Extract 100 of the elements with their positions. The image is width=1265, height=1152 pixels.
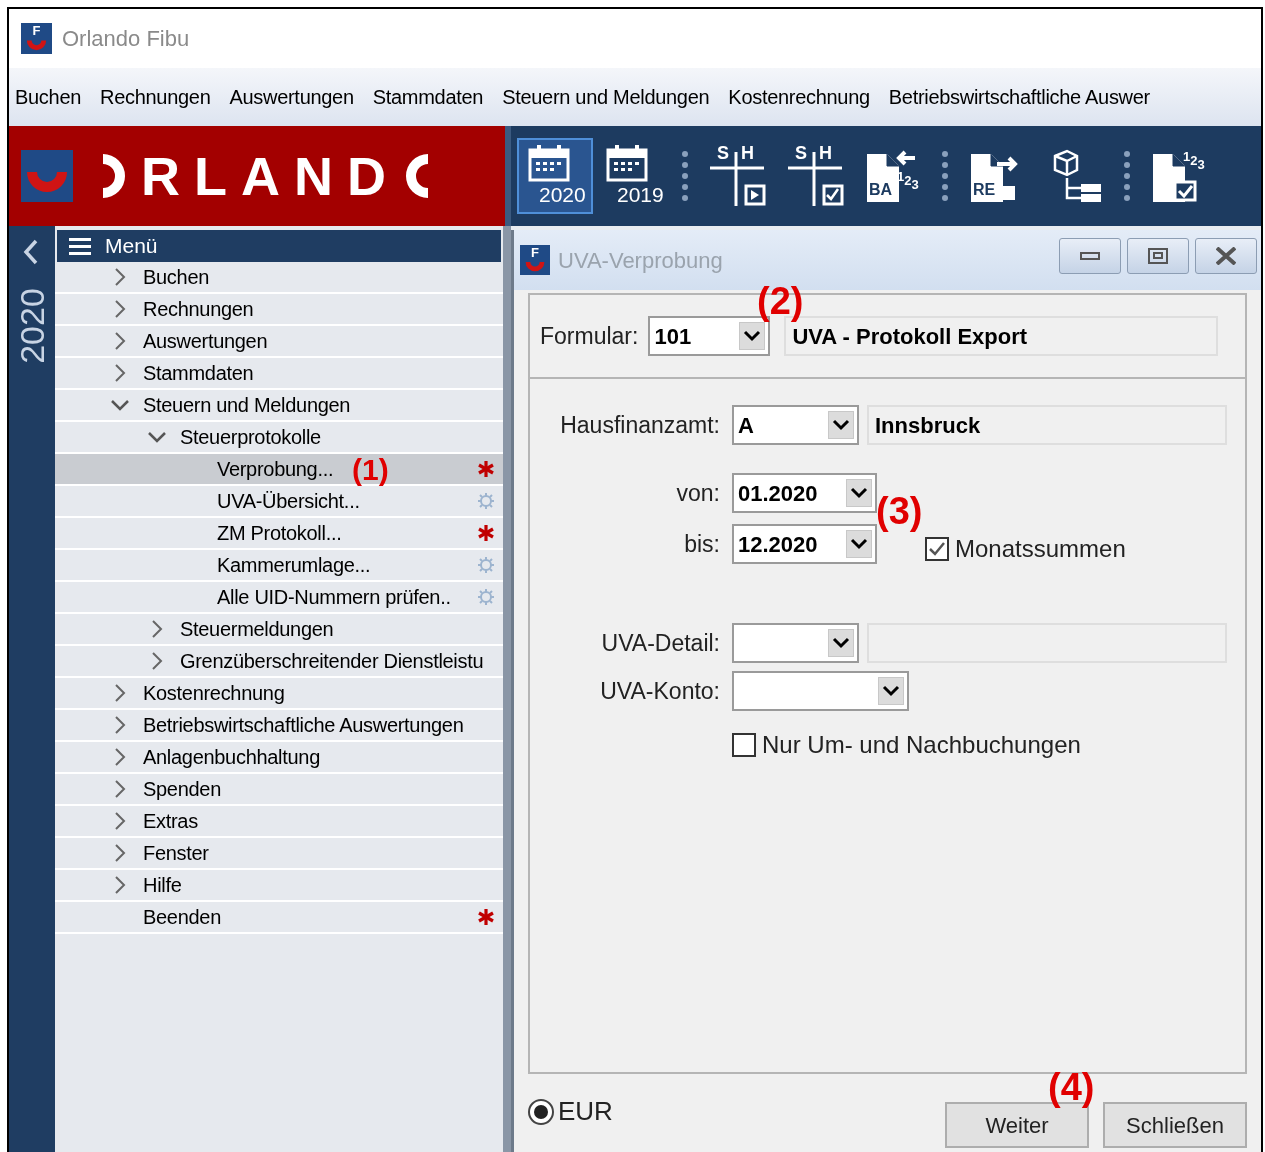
menu-item[interactable]: Auswertungen [229,82,354,112]
callout-label: (1) [352,455,389,485]
tree-item[interactable]: UVA-Übersicht... [55,486,503,518]
tree-item[interactable]: Grenzüberschreitender Dienstleistu [55,646,503,678]
year-label: 2020 [15,288,49,364]
tree-item[interactable]: Fenster [55,838,503,870]
tree-item[interactable]: Rechnungen [55,294,503,326]
dropdown-arrow-button[interactable] [878,677,904,705]
toolbar-button[interactable]: RE [959,138,1035,214]
tree-item[interactable]: Stammdaten [55,358,503,390]
field-label: Formular: [540,321,639,351]
dialog-title: UVA-Verprobung [558,246,723,275]
field-label: UVA-Detail: [601,628,720,658]
tree-item-label: Fenster [143,841,209,866]
tree-item[interactable]: Alle UID-Nummern prüfen.. [55,582,503,614]
tree-item-label: Buchen [143,265,210,290]
tree-item-label: Anlagenbuchhaltung [143,745,320,770]
tree-item-label: Alle UID-Nummern prüfen.. [217,585,451,610]
menu-icon[interactable] [69,236,91,256]
tree-item[interactable]: Steuern und Meldungen [55,390,503,422]
tree-item-label: Auswertungen [143,329,268,354]
menu-item[interactable]: Steuern und Meldungen [502,82,710,112]
maximize-button[interactable] [1127,238,1189,274]
caret-icon [850,538,868,550]
description-field: Innsbruck [867,405,1227,445]
field-label: bis: [684,529,720,559]
dropdown-arrow-button[interactable] [846,479,872,507]
tree-item[interactable]: Buchen [55,262,503,294]
app-logo-icon: F [520,245,550,275]
checkbox[interactable] [732,733,756,757]
tree-item-label: Steuern und Meldungen [143,393,351,418]
menu-item[interactable]: Betriebswirtschaftliche Auswer [888,82,1150,112]
field-label: Hausfinanzamt: [560,410,720,440]
tree-item[interactable]: Kostenrechnung [55,678,503,710]
dropdown-field[interactable] [732,623,859,663]
checkbox-label: Monatssummen [955,534,1126,564]
close-icon [1216,247,1236,265]
tree-item-label: Beenden [143,905,221,930]
toolbar-button[interactable]: 2020 [517,138,593,214]
menu-item[interactable]: Stammdaten [372,82,484,112]
radio-label: EUR [558,1095,613,1128]
dropdown-field[interactable] [732,671,909,711]
tree-item-label: Grenzüberschreitender Dienstleistu [180,649,484,674]
caret-icon [882,685,900,697]
toolbar-button[interactable]: 123 [1141,138,1217,214]
dropdown-arrow-button[interactable] [828,629,854,657]
dropdown-field[interactable]: 01.2020 [732,473,877,513]
callout-label: (3) [876,492,923,530]
tree-item[interactable]: Betriebswirtschaftliche Auswertungen [55,710,503,742]
tree-item[interactable]: Extras [55,806,503,838]
logo-mark-icon [21,150,73,202]
toolbar-button[interactable]: S H [699,138,775,214]
radio-button[interactable] [528,1098,554,1125]
dropdown-arrow-button[interactable] [739,322,766,350]
tree-item-label: Rechnungen [143,297,254,322]
dropdown-arrow-button[interactable] [828,411,854,439]
tree-item-label: Extras [143,809,198,834]
tree-item-label: Kammerumlage... [217,553,371,578]
calendar-icon [605,144,649,184]
restore-icon [1148,248,1168,264]
toolbar-separator [681,150,689,202]
toolbar-separator [1123,150,1131,202]
caret-icon [743,330,762,342]
calendar-icon [527,144,571,184]
tree-item-label: Betriebswirtschaftliche Auswertungen [143,713,464,738]
tree-item[interactable]: Hilfe [55,870,503,902]
tree-item-label: Kostenrechnung [143,681,285,706]
tree-item[interactable]: Spenden [55,774,503,806]
logo-text: RLAND [141,149,400,203]
caret-icon [850,487,868,499]
checkbox-label: Nur Um- und Nachbuchungen [762,730,1081,760]
dropdown-arrow-button[interactable] [846,530,872,558]
menu-item[interactable]: Buchen [15,82,82,112]
menu-item[interactable]: Rechnungen [100,82,211,112]
tree-item-label: Hilfe [143,873,182,898]
dialog-button[interactable]: Schließen [1103,1102,1247,1148]
field-label: UVA-Konto: [600,676,720,706]
menu-item[interactable]: Kostenrechnung [728,82,870,112]
caret-icon [832,637,850,649]
tree-item[interactable]: ZM Protokoll... [55,518,503,550]
window-title: Orlando Fibu [62,25,190,53]
tree-item[interactable]: Steuermeldungen [55,614,503,646]
field-label: von: [676,478,720,508]
tree-item-label: Verprobung... [217,457,334,482]
tree-item-label: Steuerprotokolle [180,425,321,450]
tree-item[interactable]: Beenden [55,902,503,934]
close-button[interactable] [1195,238,1257,274]
app-logo-icon: F [21,23,52,54]
tree-item[interactable]: Auswertungen [55,326,503,358]
tree-item[interactable]: Kammerumlage... [55,550,503,582]
checkmark-icon [928,541,946,557]
tree-item-label: Stammdaten [143,361,254,386]
minimize-icon [1080,252,1100,260]
dropdown-field[interactable]: 12.2020 [732,524,877,564]
minimize-button[interactable] [1059,238,1121,274]
tree-item[interactable]: Anlagenbuchhaltung [55,742,503,774]
toolbar-button[interactable]: 2019 [595,138,671,214]
checkbox[interactable] [925,537,949,561]
toolbar-button[interactable]: S H [777,138,853,214]
dropdown-field[interactable]: A [732,405,859,445]
